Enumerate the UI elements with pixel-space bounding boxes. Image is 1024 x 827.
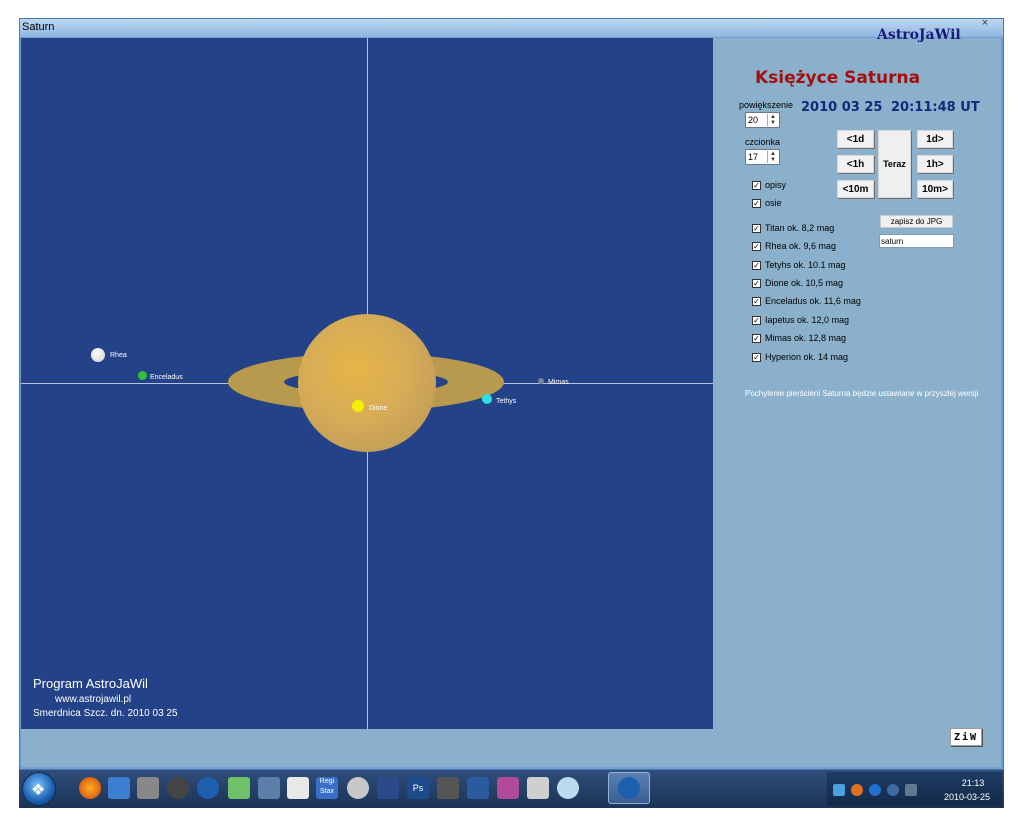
zoom-input[interactable]: [746, 113, 768, 127]
zoom-stepper-arrows[interactable]: ▲ ▼: [767, 114, 778, 126]
back-1h-button[interactable]: <1h: [837, 155, 874, 173]
close-button[interactable]: ×: [977, 17, 993, 31]
moon-tethys: [482, 394, 492, 404]
zoom-stepper[interactable]: ▲▼: [745, 112, 780, 128]
tethys-label: Tetyhs ok. 10.1 mag: [765, 260, 846, 270]
ring-tilt-note: Pochylenie pierścieni Saturna będzie ust…: [745, 389, 979, 398]
program-title: Program AstroJaWil: [33, 676, 148, 691]
program-url: www.astrojawil.pl: [55, 694, 132, 705]
tray-browser-icon[interactable]: [851, 784, 863, 796]
font-size-label: czcionka: [745, 137, 781, 147]
descriptions-label: opisy: [765, 180, 787, 190]
moon-enceladus: [138, 371, 147, 380]
date-display: 2010 03 25: [801, 100, 883, 115]
firefox-icon[interactable]: [79, 777, 101, 799]
moon-dione: [352, 400, 364, 412]
zoom-label: powiększenie: [739, 100, 794, 110]
back-10m-button[interactable]: <10m: [837, 180, 874, 198]
dione-label: Dione ok. 10,5 mag: [765, 278, 844, 288]
tray-security-icon[interactable]: [869, 784, 881, 796]
image-app-icon[interactable]: [137, 777, 159, 799]
moon-label-dione: Dione: [369, 405, 388, 412]
page-heading: Księżyce Saturna: [755, 68, 921, 88]
titan-label: Titan ok. 8,2 mag: [765, 223, 835, 233]
brand-title: AstroJaWil: [877, 27, 961, 43]
tray-network-icon[interactable]: [905, 784, 917, 796]
mimas-label: Mimas ok. 12,8 mag: [765, 333, 847, 343]
enceladus-label: Enceladus ok. 11,6 mag: [765, 296, 861, 306]
media-app-icon[interactable]: [497, 777, 519, 799]
telescope-icon[interactable]: [258, 777, 280, 799]
start-button[interactable]: ❖: [23, 773, 55, 805]
font-size-stepper[interactable]: ▲▼: [745, 149, 780, 165]
rhea-label: Rhea ok. 9,6 mag: [765, 241, 837, 251]
window-title: Saturn: [22, 21, 55, 33]
dione-checkbox[interactable]: ✓: [752, 279, 761, 288]
descriptions-checkbox[interactable]: ✓: [752, 181, 761, 190]
clock-date[interactable]: 2010-03-25: [937, 792, 997, 802]
alien-app-icon[interactable]: [527, 777, 549, 799]
hyperion-checkbox[interactable]: ✓: [752, 353, 761, 362]
axes-checkbox[interactable]: ✓: [752, 199, 761, 208]
program-location: Smerdnica Szcz. dn. 2010 03 25: [33, 708, 178, 719]
clock-time[interactable]: 21:13: [943, 778, 1003, 788]
moon-rhea: [91, 348, 105, 362]
camera-app-icon[interactable]: [167, 777, 189, 799]
system-tray: 21:13 2010-03-25: [827, 772, 1002, 806]
astro-target-icon[interactable]: [197, 777, 219, 799]
axes-label: osie: [765, 198, 782, 208]
fwd-1h-button[interactable]: 1h>: [917, 155, 953, 173]
tray-app-icon[interactable]: [833, 784, 845, 796]
cd-burner-icon[interactable]: [557, 777, 579, 799]
iapetus-label: Iapetus ok. 12,0 mag: [765, 315, 850, 325]
now-button[interactable]: Teraz: [878, 130, 911, 198]
enceladus-checkbox[interactable]: ✓: [752, 297, 761, 306]
chart-app-icon[interactable]: [108, 777, 130, 799]
film-app-icon[interactable]: [437, 777, 459, 799]
back-1d-button[interactable]: <1d: [837, 130, 874, 148]
moon-label-mimas: Mimas: [548, 379, 569, 386]
taskbar: ❖ Regi Stax Ps 21:13 2010-03-25: [19, 770, 1004, 808]
saturn-view: Rhea Enceladus Dione Tethys Mimas Progra…: [21, 38, 713, 729]
windows-logo-icon: ❖: [31, 782, 46, 799]
fwd-10m-button[interactable]: 10m>: [917, 180, 953, 198]
font-size-input[interactable]: [746, 150, 768, 164]
notepad-icon[interactable]: [228, 777, 250, 799]
save-jpg-button[interactable]: zapisz do JPG: [880, 215, 953, 228]
titan-checkbox[interactable]: ✓: [752, 224, 761, 233]
astro-target-icon: [618, 777, 640, 799]
saturn-globe: [298, 314, 436, 452]
font-size-stepper-arrows[interactable]: ▲ ▼: [767, 151, 778, 163]
registax-icon[interactable]: Regi Stax: [316, 777, 338, 799]
tray-power-icon[interactable]: [887, 784, 899, 796]
triangle-app-icon[interactable]: [377, 777, 399, 799]
rhea-checkbox[interactable]: ✓: [752, 242, 761, 251]
title-bar[interactable]: Saturn ×: [20, 17, 1003, 37]
moon-label-tethys: Tethys: [496, 398, 517, 405]
mimas-checkbox[interactable]: ✓: [752, 334, 761, 343]
hyperion-label: Hyperion ok. 14 mag: [765, 352, 849, 362]
disc-app-icon[interactable]: [347, 777, 369, 799]
moon-label-rhea: Rhea: [110, 352, 127, 359]
document-icon[interactable]: [287, 777, 309, 799]
fwd-1d-button[interactable]: 1d>: [917, 130, 953, 148]
tethys-checkbox[interactable]: ✓: [752, 261, 761, 270]
filename-input[interactable]: [879, 234, 954, 248]
moon-label-enceladus: Enceladus: [150, 374, 183, 381]
moon-mimas: [538, 378, 544, 384]
photoshop-icon[interactable]: Ps: [407, 777, 429, 799]
ziw-button[interactable]: ZiW: [950, 728, 982, 746]
iapetus-checkbox[interactable]: ✓: [752, 316, 761, 325]
active-task-astrojawil[interactable]: [608, 772, 650, 804]
floppy-icon[interactable]: [467, 777, 489, 799]
time-display: 20:11:48 UT: [891, 100, 980, 115]
